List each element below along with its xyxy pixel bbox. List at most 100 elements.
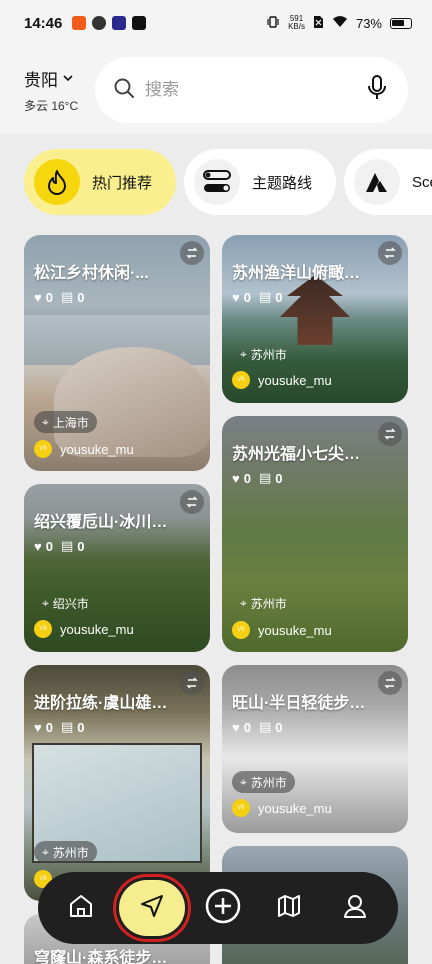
battery-icon: [390, 17, 412, 29]
route-icon[interactable]: [378, 241, 402, 265]
card-stats: ♥ 0 ▤ 0: [232, 719, 283, 735]
route-icon[interactable]: [180, 241, 204, 265]
card-author[interactable]: VII yousuke_mu: [232, 799, 332, 817]
avatar: VII: [34, 440, 52, 458]
route-card[interactable]: 苏州光福小七尖… ♥ 0 ▤ 0 ⌖ 苏州市 VII yousuke_mu: [222, 416, 408, 652]
wifi-icon: [332, 15, 348, 31]
card-stats: ♥ 0 ▤ 0: [34, 538, 85, 554]
content-area: 热门推荐 主题路线 Sce 松江乡村休闲·... ♥0 ▤0 ⌖上海市 VIIy…: [0, 134, 432, 964]
route-card[interactable]: 苏州渔洋山俯瞰… ♥ 0 ▤ 0 ⌖ 苏州市 VII yousuke_mu: [222, 235, 408, 403]
city-tag: ⌖ 苏州市: [34, 841, 97, 863]
card-title: 绍兴覆卮山·冰川…: [34, 514, 168, 531]
navigate-icon: [139, 893, 165, 924]
location-pin-icon: ⌖: [240, 595, 247, 610]
comment-icon[interactable]: ▤: [259, 289, 271, 305]
card-author[interactable]: VII yousuke_mu: [232, 371, 332, 389]
nav-add[interactable]: [195, 880, 251, 936]
search-icon: [113, 77, 135, 104]
comment-icon[interactable]: ▤: [259, 470, 271, 486]
nav-navigate[interactable]: [113, 874, 191, 942]
card-stats: ♥ 0 ▤ 0: [34, 289, 85, 305]
location-pin-icon: ⌖: [240, 774, 247, 789]
heart-icon[interactable]: ♥: [34, 539, 42, 554]
city-tag: ⌖ 苏州市: [232, 771, 295, 793]
card-author[interactable]: VII yousuke_mu: [34, 620, 134, 638]
route-icon[interactable]: [378, 422, 402, 446]
route-icon[interactable]: [180, 671, 204, 695]
tiktok-icon: [132, 16, 147, 30]
heart-icon[interactable]: ♥: [34, 720, 42, 735]
heart-icon[interactable]: ♥: [232, 471, 240, 486]
notification-app-icon: [72, 16, 87, 30]
comment-icon[interactable]: ▤: [259, 719, 271, 735]
nav-map[interactable]: [261, 880, 317, 936]
location-pin-icon: ⌖: [42, 844, 49, 859]
tab-label: 热门推荐: [92, 174, 153, 192]
card-author[interactable]: VII yousuke_mu: [232, 621, 332, 639]
tab-hot-recommend[interactable]: 热门推荐: [24, 149, 177, 215]
card-title: 苏州渔洋山俯瞰…: [232, 265, 361, 282]
city-tag: ⌖ 上海市: [34, 411, 97, 433]
tab-theme-routes[interactable]: 主题路线: [184, 149, 337, 215]
home-icon: [68, 893, 94, 924]
location-pin-icon: ⌖: [42, 595, 49, 610]
search-bar[interactable]: [95, 57, 408, 123]
tab-scenery[interactable]: Sce: [344, 149, 432, 215]
microphone-icon[interactable]: [366, 74, 388, 106]
toggles-icon: [194, 159, 241, 205]
comment-icon[interactable]: ▤: [61, 719, 73, 735]
net-speed: 591 KB/s: [288, 14, 305, 31]
city-tag: ⌖ 绍兴市: [42, 595, 89, 611]
card-stats: ♥ 0 ▤ 0: [232, 470, 283, 486]
city-name: 贵阳: [24, 71, 58, 90]
card-title: 旺山·半日轻徒步…: [232, 695, 366, 712]
route-card[interactable]: 旺山·半日轻徒步… ♥ 0 ▤ 0 ⌖ 苏州市 VII yousuke_mu: [222, 665, 408, 833]
add-icon: [204, 887, 242, 930]
profile-icon: [342, 893, 368, 924]
route-icon[interactable]: [180, 490, 204, 514]
notification-app-icon: [92, 16, 107, 30]
card-title: 苏州光福小七尖…: [232, 446, 361, 463]
heart-icon[interactable]: ♥: [232, 290, 240, 305]
no-sim-icon: [313, 15, 324, 32]
comment-icon[interactable]: ▤: [61, 289, 73, 305]
location-pin-icon: ⌖: [240, 346, 247, 361]
route-card[interactable]: 松江乡村休闲·... ♥ 0 ▤ 0 ⌖ 上海市 VII yousuke_mu: [24, 235, 210, 471]
map-icon: [276, 893, 302, 924]
location-selector[interactable]: 贵阳 多云 16°C: [24, 66, 85, 114]
battery-text: 73%: [355, 15, 382, 31]
card-stats: ♥ 0 ▤ 0: [232, 289, 283, 305]
nav-home[interactable]: [53, 880, 109, 936]
card-author[interactable]: VII yousuke_mu: [34, 440, 134, 458]
status-time: 14:46: [24, 14, 63, 32]
mountain-icon: [354, 159, 401, 205]
heart-icon[interactable]: ♥: [232, 720, 240, 735]
comment-icon[interactable]: ▤: [61, 538, 73, 554]
tab-label: Sce: [412, 173, 432, 191]
category-tabs: 热门推荐 主题路线 Sce: [24, 149, 432, 215]
city-tag: ⌖ 苏州市: [240, 595, 287, 611]
flame-icon: [34, 159, 80, 205]
card-title: 松江乡村休闲·...: [34, 265, 149, 282]
route-icon[interactable]: [378, 671, 402, 695]
status-bar: 14:46 591 KB/s 73%: [0, 0, 432, 46]
nav-profile[interactable]: [327, 880, 383, 936]
header: 贵阳 多云 16°C: [0, 46, 432, 134]
avatar: VII: [232, 799, 250, 817]
route-card[interactable]: 绍兴覆卮山·冰川… ♥ 0 ▤ 0 ⌖ 绍兴市 VII yousuke_mu: [24, 484, 210, 652]
avatar: VII: [232, 621, 250, 639]
card-title: 穹窿山·森系徒步…: [34, 950, 168, 964]
bottom-nav: [38, 872, 398, 944]
location-pin-icon: ⌖: [42, 414, 49, 429]
card-title: 进阶拉练·虞山雄…: [34, 695, 168, 712]
avatar: VII: [232, 371, 250, 389]
heart-icon[interactable]: ♥: [34, 290, 42, 305]
card-stats: ♥ 0 ▤ 0: [34, 719, 85, 735]
city-tag: ⌖ 苏州市: [240, 346, 287, 362]
avatar: VII: [34, 620, 52, 638]
notification-app-icon: [112, 16, 127, 30]
search-input[interactable]: [145, 80, 366, 100]
route-card[interactable]: 进阶拉练·虞山雄… ♥ 0 ▤ 0 ⌖ 苏州市 VII: [24, 665, 210, 901]
chevron-down-icon: [62, 69, 74, 89]
weather-text: 多云 16°C: [24, 99, 79, 113]
